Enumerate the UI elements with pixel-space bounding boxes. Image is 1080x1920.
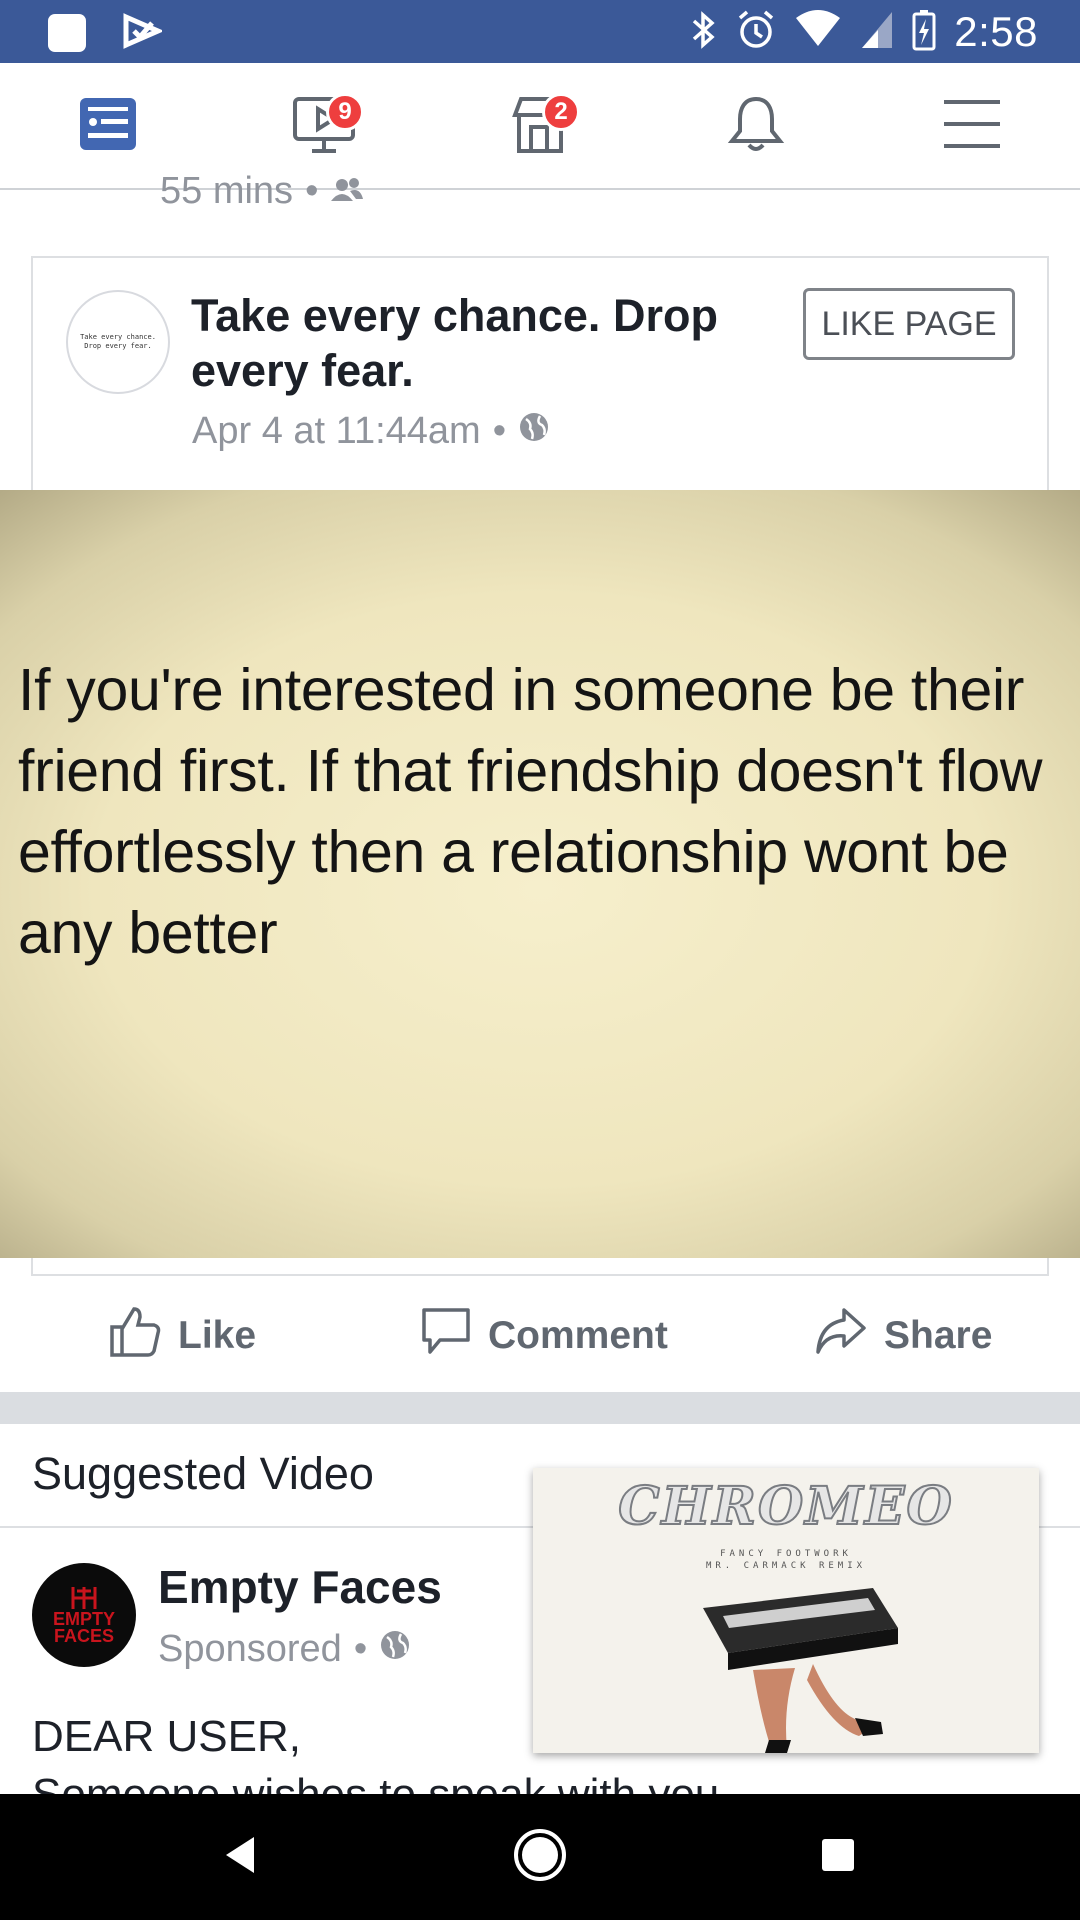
friends-icon: [330, 170, 364, 213]
page-name[interactable]: Take every chance. Drop every fear.: [191, 288, 781, 398]
previous-post-meta: 55 mins •: [160, 170, 364, 213]
like-button[interactable]: Like: [108, 1304, 256, 1368]
notification-square-icon: [46, 12, 88, 59]
news-feed-icon: [77, 95, 139, 158]
video-thumbnail-art: [703, 1588, 898, 1753]
app-screen: 2:58 9 2 55 mins • Take every chance. Dr…: [0, 0, 1080, 1920]
battery-charging-icon: [912, 9, 936, 56]
previous-post-time: 55 mins: [160, 170, 294, 212]
marketplace-badge: 2: [542, 93, 580, 131]
comment-icon: [420, 1306, 472, 1366]
signal-icon: [860, 10, 894, 55]
thumbs-up-icon: [108, 1305, 162, 1367]
wifi-icon: [794, 9, 842, 55]
share-button[interactable]: Share: [814, 1304, 992, 1368]
tab-news-feed[interactable]: [68, 91, 148, 161]
clock-time: 2:58: [954, 8, 1038, 55]
tab-watch[interactable]: 9: [284, 91, 364, 161]
video-logo-text: CHROMEO: [617, 1475, 954, 1538]
recents-icon: [819, 1836, 857, 1879]
share-arrow-icon: [814, 1306, 868, 1366]
tab-menu[interactable]: [932, 91, 1012, 161]
floating-video-player[interactable]: CHROMEO FANCY FOOTWORK MR. CARMACK REMIX: [533, 1468, 1039, 1753]
recents-button[interactable]: [803, 1822, 873, 1892]
comment-button[interactable]: Comment: [420, 1304, 668, 1368]
like-page-button[interactable]: LIKE PAGE: [803, 288, 1015, 360]
sponsored-meta: Sponsored •: [158, 1628, 411, 1671]
advertiser-name[interactable]: Empty Faces: [158, 1560, 442, 1614]
menu-icon: [942, 98, 1002, 155]
bell-icon: [726, 93, 786, 160]
home-button[interactable]: [505, 1822, 575, 1892]
post-timestamp[interactable]: Apr 4 at 11:44am: [192, 410, 481, 453]
back-button[interactable]: [205, 1822, 275, 1892]
image-quote-text: If you're interested in someone be their…: [18, 657, 1043, 966]
post-image[interactable]: If you're interested in someone be their…: [0, 490, 1080, 1258]
ad-text-line1: DEAR USER,: [32, 1712, 301, 1761]
status-bar: 2:58: [0, 0, 1080, 63]
sponsored-label[interactable]: Sponsored: [158, 1628, 342, 1671]
tab-marketplace[interactable]: 2: [500, 91, 580, 161]
advertiser-logo-icon: [71, 1587, 97, 1609]
globe-icon: [379, 1628, 411, 1671]
post-actions: Like Comment Share: [0, 1280, 1080, 1392]
tab-notifications[interactable]: [716, 91, 796, 161]
watch-badge: 9: [326, 93, 364, 131]
system-navigation-bar: [0, 1794, 1080, 1920]
feed-divider: [0, 1392, 1080, 1424]
home-icon: [512, 1827, 568, 1888]
alarm-icon: [736, 9, 776, 56]
back-icon: [220, 1833, 260, 1882]
globe-icon: [518, 410, 550, 453]
suggested-video-header: Suggested Video: [32, 1448, 374, 1499]
advertiser-avatar[interactable]: EMPTY FACES: [32, 1563, 136, 1667]
check-flag-icon: [122, 13, 165, 58]
bluetooth-icon: [690, 9, 718, 56]
page-avatar[interactable]: Take every chance. Drop every fear.: [66, 290, 170, 394]
post-meta: Apr 4 at 11:44am •: [192, 410, 550, 453]
